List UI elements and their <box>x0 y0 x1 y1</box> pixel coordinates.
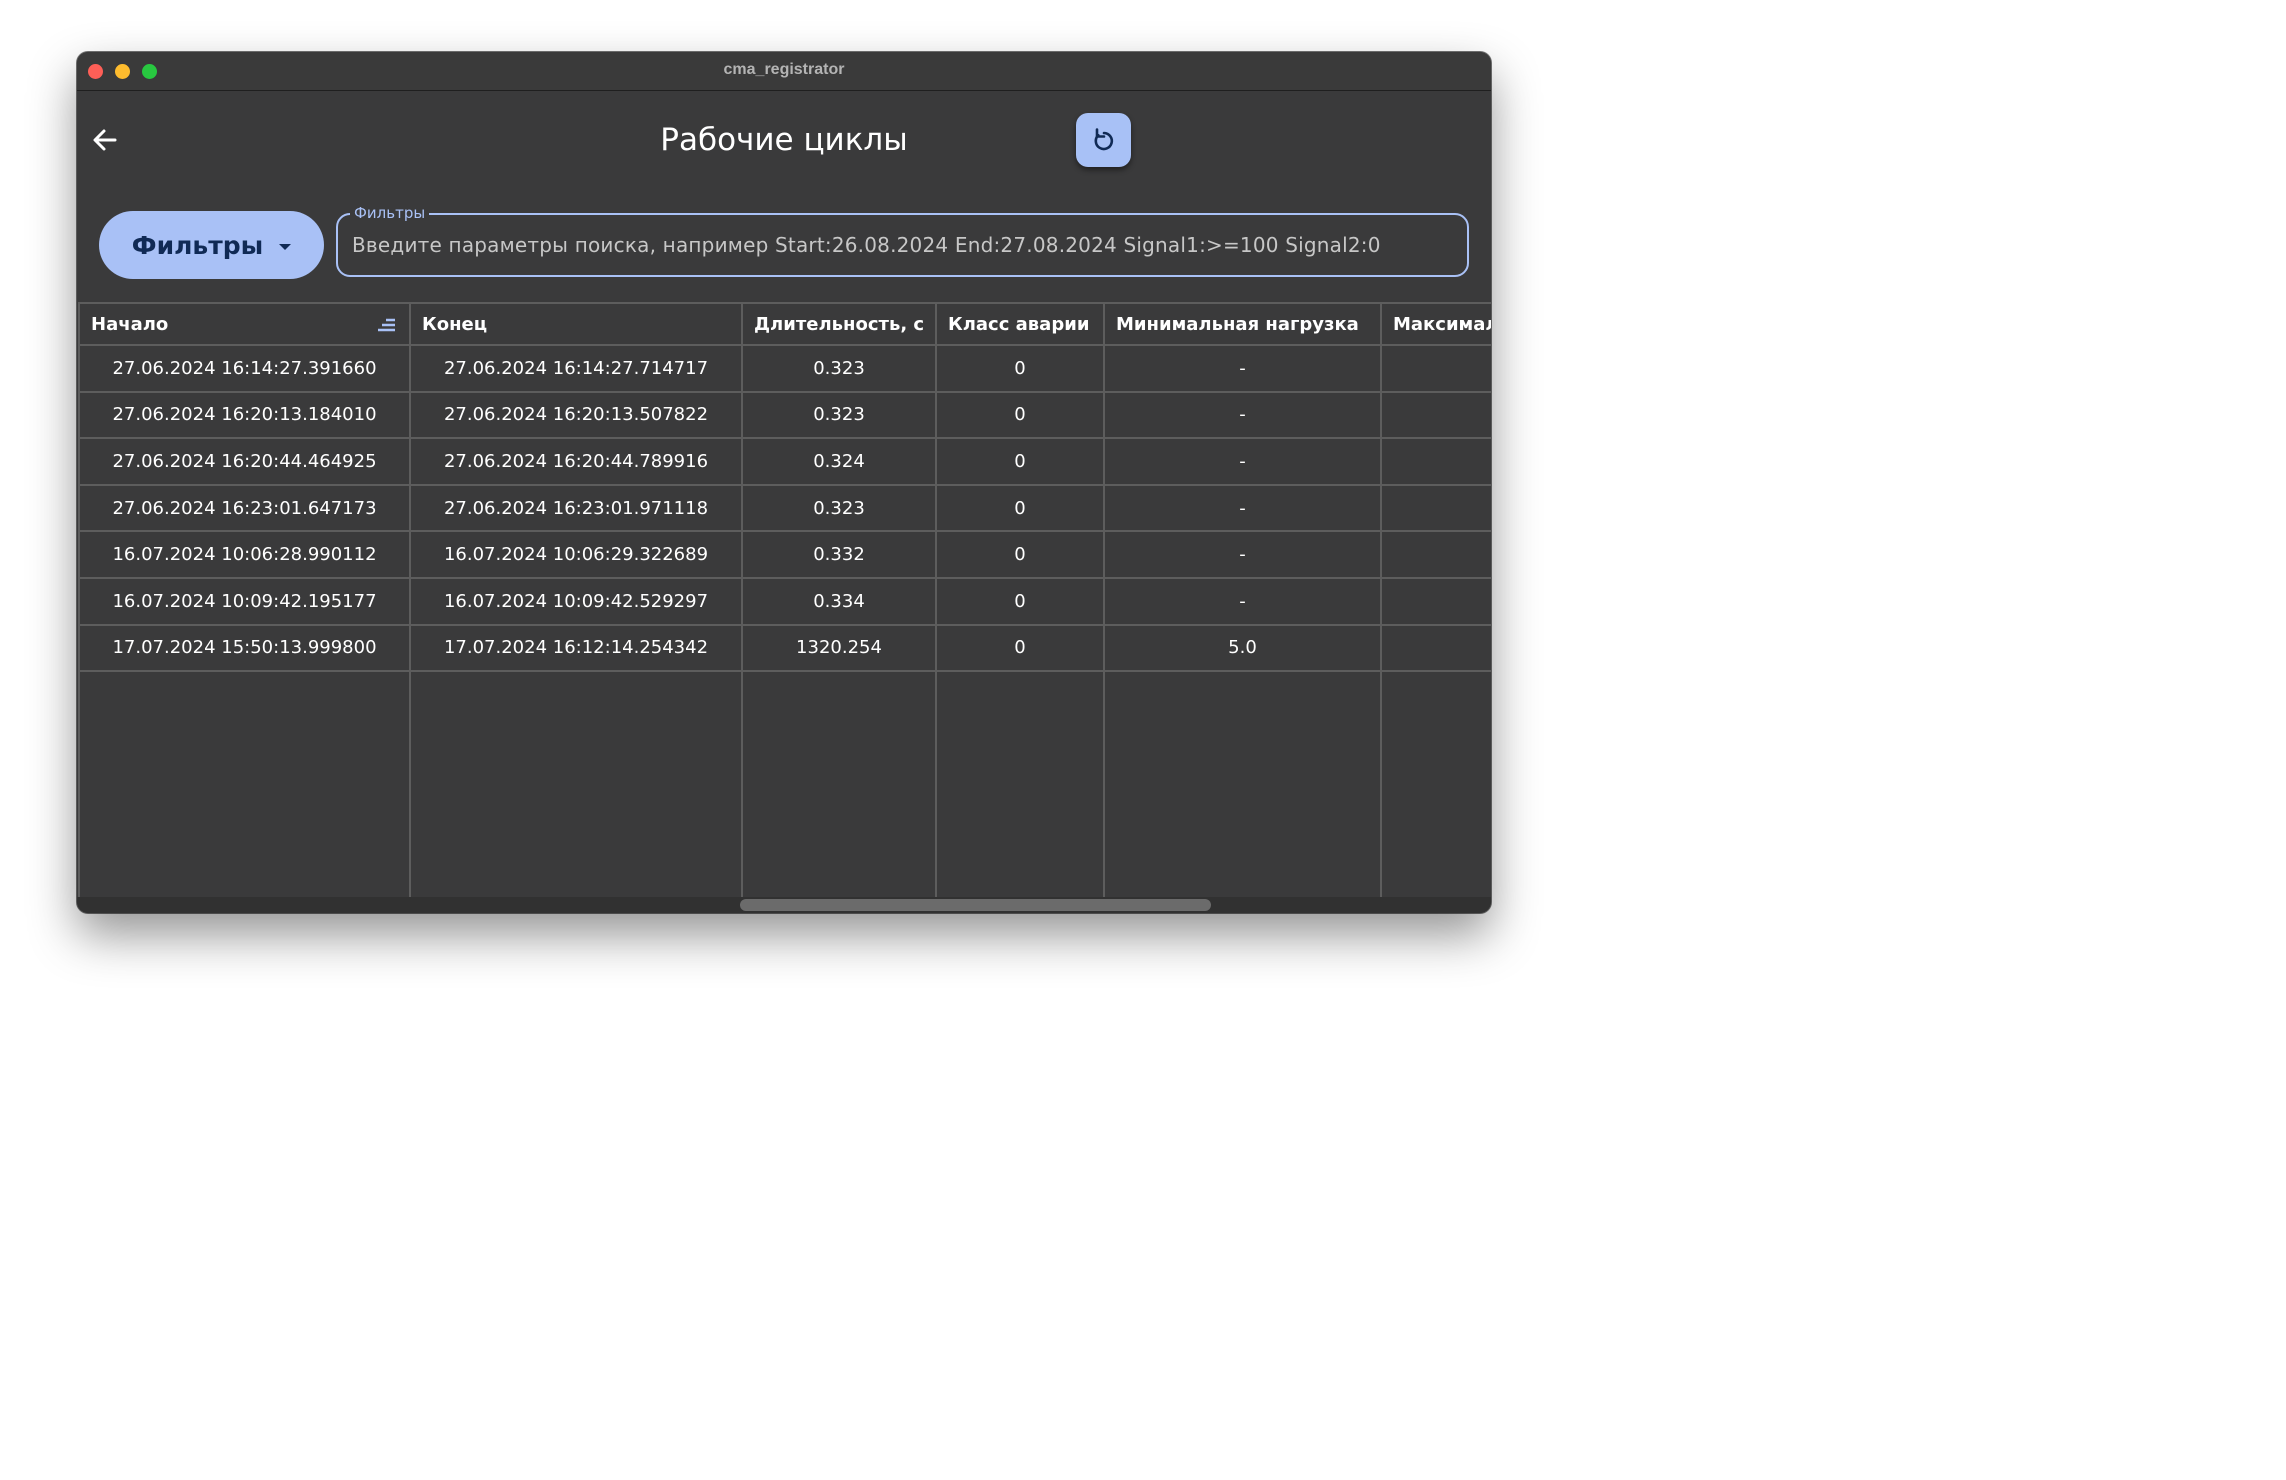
column-header-end[interactable]: Конец <box>409 302 743 346</box>
cell-alarm-class: 0 <box>935 483 1105 533</box>
filters-search-field: Фильтры <box>336 204 1469 277</box>
cell-duration: 1320.254 <box>741 623 937 673</box>
refresh-icon <box>1094 128 1113 151</box>
column-header-start[interactable]: Начало <box>78 302 411 346</box>
app-window: cma_registrator Рабочие циклы Фильтры Фи… <box>77 52 1491 913</box>
page-title: Рабочие циклы <box>660 122 908 158</box>
cell-start: 16.07.2024 10:09:42.195177 <box>78 576 411 626</box>
cell-end: 27.06.2024 16:14:27.714717 <box>409 344 743 393</box>
cell-start: 27.06.2024 16:14:27.391660 <box>78 344 411 393</box>
refresh-button[interactable] <box>1076 113 1131 167</box>
cell-alarm-class: 0 <box>935 576 1105 626</box>
cell-start: 16.07.2024 10:06:28.990112 <box>78 530 411 579</box>
cell-end: 17.07.2024 16:12:14.254342 <box>409 623 743 673</box>
cell-min-load: - <box>1103 576 1382 626</box>
cell-end: 27.06.2024 16:20:13.507822 <box>409 390 743 440</box>
table-row[interactable]: 27.06.2024 16:20:13.184010 27.06.2024 16… <box>78 390 1491 440</box>
table-row[interactable]: 16.07.2024 10:06:28.990112 16.07.2024 10… <box>78 530 1491 579</box>
cell-min-load: - <box>1103 390 1382 440</box>
cell-max-load <box>1380 623 1491 673</box>
scrollbar-thumb[interactable] <box>740 899 1211 911</box>
column-header-alarm-class[interactable]: Класс аварии <box>935 302 1105 346</box>
cell-start: 27.06.2024 16:23:01.647173 <box>78 483 411 533</box>
caret-down-icon <box>279 243 292 250</box>
cell-start: 17.07.2024 15:50:13.999800 <box>78 623 411 673</box>
table-row[interactable]: 17.07.2024 15:50:13.999800 17.07.2024 16… <box>78 623 1491 673</box>
cell-max-load <box>1380 344 1491 393</box>
table-row[interactable]: 16.07.2024 10:09:42.195177 16.07.2024 10… <box>78 576 1491 626</box>
filters-dropdown-button[interactable]: Фильтры <box>99 211 324 279</box>
cell-alarm-class: 0 <box>935 530 1105 579</box>
sort-icon[interactable] <box>377 316 397 334</box>
cell-alarm-class: 0 <box>935 344 1105 393</box>
cell-max-load <box>1380 437 1491 486</box>
column-header-duration[interactable]: Длительность, с <box>741 302 937 346</box>
horizontal-scrollbar[interactable] <box>77 897 1491 913</box>
cell-alarm-class: 0 <box>935 623 1105 673</box>
cell-duration: 0.332 <box>741 530 937 579</box>
cell-max-load <box>1380 530 1491 579</box>
work-cycles-table: Начало Конец Длительность, с Класс авари… <box>77 300 1491 897</box>
cell-max-load <box>1380 390 1491 440</box>
cell-end: 16.07.2024 10:06:29.322689 <box>409 530 743 579</box>
cell-min-load: - <box>1103 483 1382 533</box>
title-bar: cma_registrator <box>77 52 1491 91</box>
cell-duration: 0.323 <box>741 344 937 393</box>
cell-max-load <box>1380 576 1491 626</box>
cell-min-load: 5.0 <box>1103 623 1382 673</box>
column-header-min-load[interactable]: Минимальная нагрузка <box>1103 302 1382 346</box>
table-row[interactable]: 27.06.2024 16:14:27.391660 27.06.2024 16… <box>78 344 1491 393</box>
table-header-row: Начало Конец Длительность, с Класс авари… <box>78 302 1491 346</box>
filters-search-input[interactable] <box>352 215 1452 275</box>
cell-max-load <box>1380 483 1491 533</box>
cell-end: 27.06.2024 16:20:44.789916 <box>409 437 743 486</box>
cell-start: 27.06.2024 16:20:44.464925 <box>78 437 411 486</box>
cell-min-load: - <box>1103 344 1382 393</box>
window-title: cma_registrator <box>723 61 845 78</box>
cell-end: 27.06.2024 16:23:01.971118 <box>409 483 743 533</box>
cell-duration: 0.323 <box>741 483 937 533</box>
table-empty-area <box>78 670 1491 897</box>
table-row[interactable]: 27.06.2024 16:20:44.464925 27.06.2024 16… <box>78 437 1491 486</box>
table-row[interactable]: 27.06.2024 16:23:01.647173 27.06.2024 16… <box>78 483 1491 533</box>
cell-duration: 0.323 <box>741 390 937 440</box>
cell-end: 16.07.2024 10:09:42.529297 <box>409 576 743 626</box>
cell-alarm-class: 0 <box>935 390 1105 440</box>
cell-duration: 0.334 <box>741 576 937 626</box>
filters-button-label: Фильтры <box>131 230 264 260</box>
column-header-max-load[interactable]: Максимальная нагрузка <box>1380 302 1491 346</box>
cell-min-load: - <box>1103 437 1382 486</box>
cell-start: 27.06.2024 16:20:13.184010 <box>78 390 411 440</box>
cell-min-load: - <box>1103 530 1382 579</box>
cell-duration: 0.324 <box>741 437 937 486</box>
cell-alarm-class: 0 <box>935 437 1105 486</box>
